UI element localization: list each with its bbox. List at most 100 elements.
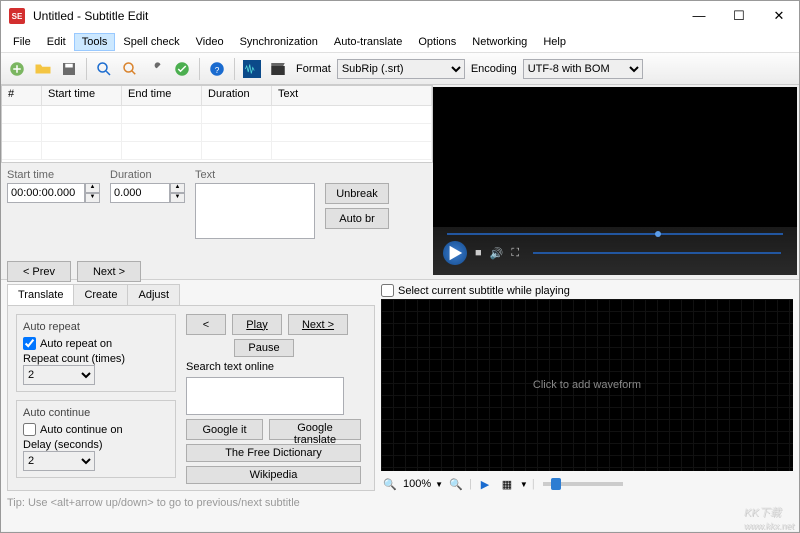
play-button[interactable] bbox=[443, 241, 467, 265]
subtitle-text-input[interactable] bbox=[195, 183, 315, 239]
help-icon: ? bbox=[208, 60, 226, 78]
waveform-icon bbox=[243, 60, 261, 78]
open-button[interactable] bbox=[31, 57, 55, 81]
fix-button[interactable] bbox=[144, 57, 168, 81]
autorepeat-group: Auto repeat Auto repeat on Repeat count … bbox=[16, 314, 176, 392]
encoding-label: Encoding bbox=[471, 63, 517, 75]
google-it-button[interactable]: Google it bbox=[186, 419, 263, 440]
next-button[interactable]: Next > bbox=[77, 261, 141, 282]
translate-back-button[interactable]: < bbox=[186, 314, 226, 335]
fullscreen-icon[interactable]: ⛶ bbox=[511, 247, 519, 260]
tip-text: Tip: Use <alt+arrow up/down> to go to pr… bbox=[7, 497, 375, 509]
table-row[interactable] bbox=[2, 124, 432, 142]
subtitle-grid[interactable]: # Start time End time Duration Text bbox=[1, 85, 433, 163]
search-icon bbox=[95, 60, 113, 78]
repeat-count-select[interactable]: 2 bbox=[23, 365, 95, 385]
folder-open-icon bbox=[34, 60, 52, 78]
encoding-select[interactable]: UTF-8 with BOM bbox=[523, 59, 643, 79]
delay-select[interactable]: 2 bbox=[23, 451, 95, 471]
video-controls: ■ 🔊 ⛶ bbox=[433, 227, 797, 275]
toolbar: ? Format SubRip (.srt) Encoding UTF-8 wi… bbox=[1, 53, 799, 85]
save-button[interactable] bbox=[57, 57, 81, 81]
new-button[interactable] bbox=[5, 57, 29, 81]
video-player[interactable]: ■ 🔊 ⛶ bbox=[433, 87, 797, 275]
tab-adjust[interactable]: Adjust bbox=[127, 284, 180, 305]
waveform-placeholder: Click to add waveform bbox=[533, 379, 641, 391]
autorepeat-checkbox[interactable] bbox=[23, 337, 36, 350]
unbreak-button[interactable]: Unbreak bbox=[325, 183, 389, 204]
volume-slider[interactable] bbox=[533, 252, 781, 254]
video-progress[interactable] bbox=[447, 233, 783, 235]
svg-text:?: ? bbox=[215, 65, 220, 74]
menu-file[interactable]: File bbox=[5, 33, 39, 51]
table-row[interactable] bbox=[2, 142, 432, 160]
wf-position-slider[interactable] bbox=[543, 482, 623, 486]
wf-play-icon[interactable]: ▶ bbox=[476, 475, 494, 493]
autobr-button[interactable]: Auto br bbox=[325, 208, 389, 229]
menu-video[interactable]: Video bbox=[188, 33, 232, 51]
zoom-in-icon[interactable]: 🔍 bbox=[447, 475, 465, 493]
new-file-icon bbox=[8, 60, 26, 78]
wikipedia-button[interactable]: Wikipedia bbox=[186, 466, 361, 484]
prev-button[interactable]: < Prev bbox=[7, 261, 71, 282]
start-time-input[interactable] bbox=[7, 183, 85, 203]
zoom-out-icon[interactable]: 🔍 bbox=[381, 475, 399, 493]
search-online-input[interactable] bbox=[186, 377, 344, 415]
format-label: Format bbox=[296, 63, 331, 75]
waveform-area[interactable]: Click to add waveform bbox=[381, 299, 793, 471]
autocontinue-checkbox[interactable] bbox=[23, 423, 36, 436]
menu-options[interactable]: Options bbox=[410, 33, 464, 51]
free-dictionary-button[interactable]: The Free Dictionary bbox=[186, 444, 361, 462]
menu-networking[interactable]: Networking bbox=[464, 33, 535, 51]
select-current-label: Select current subtitle while playing bbox=[398, 285, 570, 297]
text-label: Text bbox=[195, 169, 315, 181]
save-icon bbox=[60, 60, 78, 78]
menu-sync[interactable]: Synchronization bbox=[232, 33, 326, 51]
title-bar: SE Untitled - Subtitle Edit — ☐ ✕ bbox=[1, 1, 799, 31]
tab-create[interactable]: Create bbox=[73, 284, 128, 305]
table-row[interactable] bbox=[2, 106, 432, 124]
replace-icon bbox=[121, 60, 139, 78]
format-select[interactable]: SubRip (.srt) bbox=[337, 59, 465, 79]
waveform-toolbar: 🔍 100% ▼ 🔍 | ▶ ▦ ▼ | bbox=[381, 475, 793, 493]
wrench-icon bbox=[147, 60, 165, 78]
translate-panel: Auto repeat Auto repeat on Repeat count … bbox=[7, 305, 375, 491]
help-button[interactable]: ? bbox=[205, 57, 229, 81]
start-time-spinner[interactable]: ▲▼ bbox=[85, 183, 100, 203]
search-online-label: Search text online bbox=[186, 361, 274, 373]
menu-edit[interactable]: Edit bbox=[39, 33, 74, 51]
minimize-button[interactable]: — bbox=[687, 8, 711, 24]
find-button[interactable] bbox=[92, 57, 116, 81]
replace-button[interactable] bbox=[118, 57, 142, 81]
close-button[interactable]: ✕ bbox=[767, 8, 791, 24]
translate-pause-button[interactable]: Pause bbox=[234, 339, 294, 357]
autocontinue-group: Auto continue Auto continue on Delay (se… bbox=[16, 400, 176, 478]
clapper-icon bbox=[269, 60, 287, 78]
duration-spinner[interactable]: ▲▼ bbox=[170, 183, 185, 203]
check-icon bbox=[173, 60, 191, 78]
start-time-label: Start time bbox=[7, 169, 100, 181]
zoom-level: 100% bbox=[403, 478, 431, 490]
duration-label: Duration bbox=[110, 169, 185, 181]
menu-autotranslate[interactable]: Auto-translate bbox=[326, 33, 410, 51]
tab-translate[interactable]: Translate bbox=[7, 284, 74, 305]
stop-icon[interactable]: ■ bbox=[475, 247, 482, 259]
maximize-button[interactable]: ☐ bbox=[727, 8, 751, 24]
select-current-checkbox[interactable] bbox=[381, 284, 394, 297]
duration-input[interactable] bbox=[110, 183, 170, 203]
menu-bar: File Edit Tools Spell check Video Synchr… bbox=[1, 31, 799, 53]
volume-icon[interactable]: 🔊 bbox=[490, 247, 504, 260]
menu-help[interactable]: Help bbox=[535, 33, 574, 51]
translate-next-button[interactable]: Next > bbox=[288, 314, 348, 335]
google-translate-button[interactable]: Google translate bbox=[269, 419, 361, 440]
waveform-toggle-button[interactable] bbox=[240, 57, 264, 81]
wf-grid-icon[interactable]: ▦ bbox=[498, 475, 516, 493]
menu-spellcheck[interactable]: Spell check bbox=[115, 33, 187, 51]
window-title: Untitled - Subtitle Edit bbox=[33, 9, 687, 23]
menu-tools[interactable]: Tools bbox=[74, 33, 116, 51]
grid-header: # Start time End time Duration Text bbox=[2, 86, 432, 106]
video-toggle-button[interactable] bbox=[266, 57, 290, 81]
translate-play-button[interactable]: Play bbox=[232, 314, 282, 335]
app-icon: SE bbox=[9, 8, 25, 24]
visual-sync-button[interactable] bbox=[170, 57, 194, 81]
